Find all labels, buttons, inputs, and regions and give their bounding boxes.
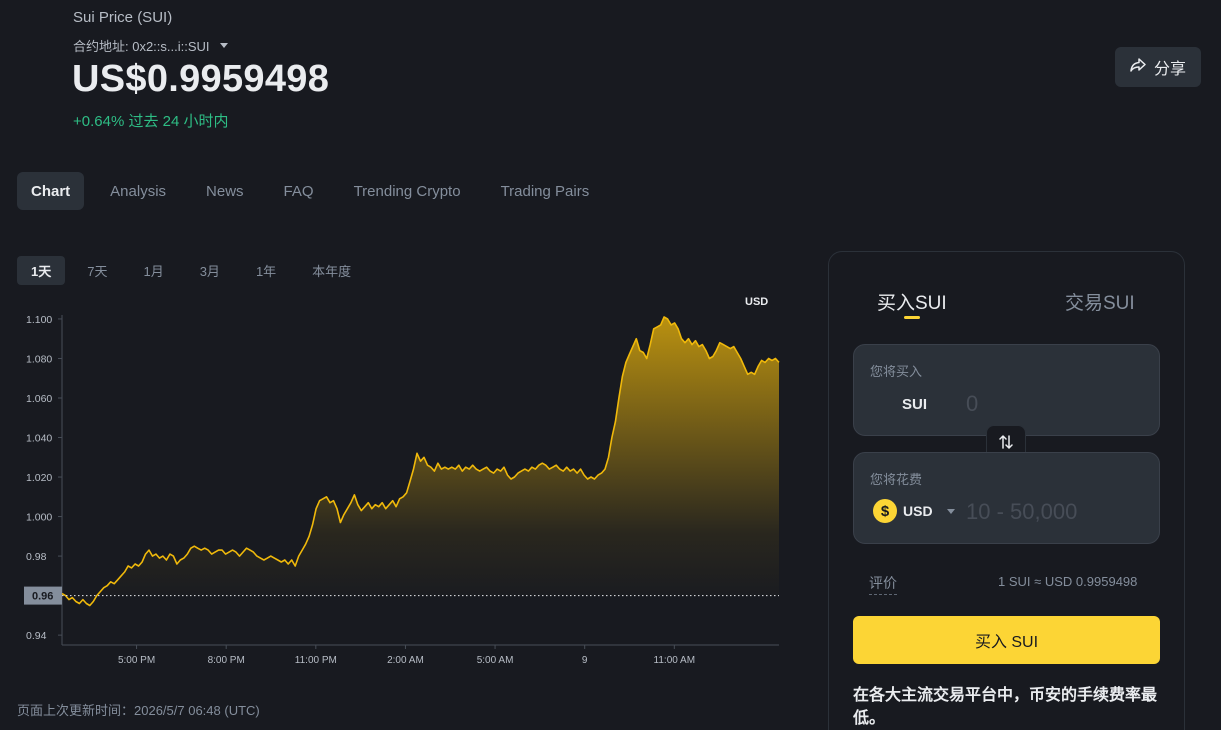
chevron-down-icon	[219, 43, 228, 48]
coin-title: Sui Price (SUI)	[73, 9, 173, 26]
y-tick-label: 1.000	[26, 512, 52, 524]
y-tick-label: 1.060	[26, 393, 52, 405]
section-tabs: Chart Analysis News FAQ Trending Crypto …	[17, 172, 615, 210]
contract-address-selector[interactable]: 合约地址: 0x2::s...i::SUI	[73, 36, 228, 55]
usd-coin-icon: $	[873, 499, 897, 523]
share-icon	[1130, 57, 1146, 78]
tab-trade-sui[interactable]: 交易SUI	[1065, 288, 1135, 315]
range-1m[interactable]: 1月	[129, 256, 177, 285]
time-range-selector: 1天 7天 1月 3月 1年 本年度	[17, 256, 373, 285]
x-tick-label: 11:00 AM	[654, 655, 696, 666]
price-change: +0.64% 过去 24 小时内	[73, 113, 229, 130]
receive-currency: SUI	[902, 396, 928, 413]
contract-address: 合约地址: 0x2::s...i::SUI	[73, 39, 210, 54]
price-chart[interactable]: 0.94 0.98 1.000 1.020 1.040 1.060 1.080 1.100 5:…	[17, 315, 787, 675]
spend-amount-input[interactable]	[966, 499, 1146, 525]
tab-chart[interactable]: Chart	[17, 172, 85, 210]
range-1y[interactable]: 1年	[242, 256, 290, 285]
y-tick-label: 0.98	[26, 551, 47, 563]
share-button[interactable]: 分享	[1115, 47, 1201, 87]
y-tick-label: 1.040	[26, 433, 52, 445]
y-tick-label: 0.94	[26, 630, 47, 642]
range-7d[interactable]: 7天	[73, 256, 121, 285]
active-tab-indicator	[904, 316, 920, 319]
x-tick-label: 5:00 PM	[118, 655, 155, 666]
tab-analysis[interactable]: Analysis	[96, 172, 180, 210]
tab-trending-crypto[interactable]: Trending Crypto	[340, 172, 475, 210]
x-tick-label: 8:00 PM	[208, 655, 245, 666]
last-updated: 页面上次更新时间：2026/5/7 06:48 (UTC)	[17, 703, 260, 718]
price-value: US$0.9959498	[72, 58, 330, 100]
range-ytd[interactable]: 本年度	[298, 256, 365, 285]
x-tick-label: 2:00 AM	[387, 655, 424, 666]
tab-buy-sui[interactable]: 买入SUI	[877, 288, 947, 315]
reference-label: 0.96	[32, 591, 53, 603]
rate-label[interactable]: 评价	[869, 573, 897, 595]
range-1d[interactable]: 1天	[17, 256, 66, 285]
chart-currency: USD	[745, 296, 769, 308]
share-label: 分享	[1153, 61, 1186, 78]
buy-sui-button[interactable]: 买入 SUI	[853, 616, 1160, 664]
y-tick-label: 1.020	[26, 472, 52, 484]
rate-value: 1 SUI ≈ USD 0.9959498	[998, 574, 1138, 589]
spend-box: 您将花费	[853, 452, 1160, 544]
x-tick-label: 9	[582, 655, 588, 666]
chevron-down-icon	[946, 508, 955, 514]
receive-label: 您将买入	[870, 364, 923, 379]
tab-faq[interactable]: FAQ	[270, 172, 328, 210]
spend-label: 您将花费	[870, 472, 923, 487]
spend-currency-selector[interactable]: $ USD	[873, 499, 955, 523]
tab-trading-pairs[interactable]: Trading Pairs	[487, 172, 604, 210]
tab-news[interactable]: News	[192, 172, 258, 210]
y-tick-label: 1.100	[26, 315, 52, 326]
spend-currency: USD	[903, 503, 933, 519]
receive-box: 您将买入	[853, 344, 1160, 436]
receive-amount-input[interactable]	[966, 391, 1146, 417]
range-3m[interactable]: 3月	[186, 256, 234, 285]
x-tick-label: 11:00 PM	[295, 655, 337, 666]
x-tick-label: 5:00 AM	[477, 655, 514, 666]
fee-promo-text: 在各大主流交易平台中，币安的手续费率最低。	[853, 687, 1158, 727]
y-tick-label: 1.080	[26, 353, 52, 365]
